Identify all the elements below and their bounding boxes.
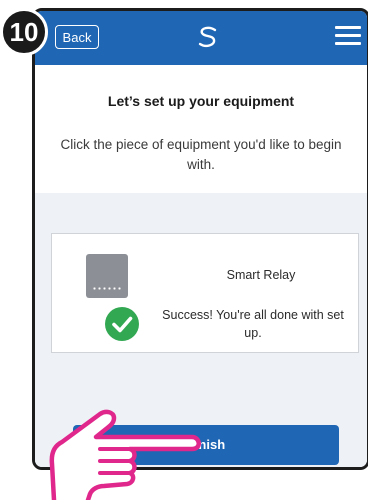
equipment-name: Smart Relay (226, 268, 296, 282)
page-title: Let’s set up your equipment (107, 93, 295, 109)
step-number-badge: 10 (0, 8, 48, 56)
app-header: Back (35, 11, 367, 65)
intro-section: Let’s set up your equipment Click the pi… (35, 65, 367, 193)
page-subtitle: Click the piece of equipment you'd like … (60, 137, 342, 172)
phone-frame: Back Let’s set up your equipment Click t… (32, 8, 368, 470)
equipment-card-smart-relay[interactable]: Smart Relay Success! You're all done wit… (51, 233, 359, 353)
pointing-hand-icon (49, 409, 201, 500)
hamburger-menu-icon[interactable] (335, 26, 361, 46)
equipment-status: Success! You're all done with set up. (162, 308, 344, 340)
smart-relay-device-icon (86, 254, 128, 298)
success-check-icon (105, 307, 139, 341)
back-button[interactable]: Back (55, 25, 99, 49)
brand-logo-icon (198, 26, 217, 48)
